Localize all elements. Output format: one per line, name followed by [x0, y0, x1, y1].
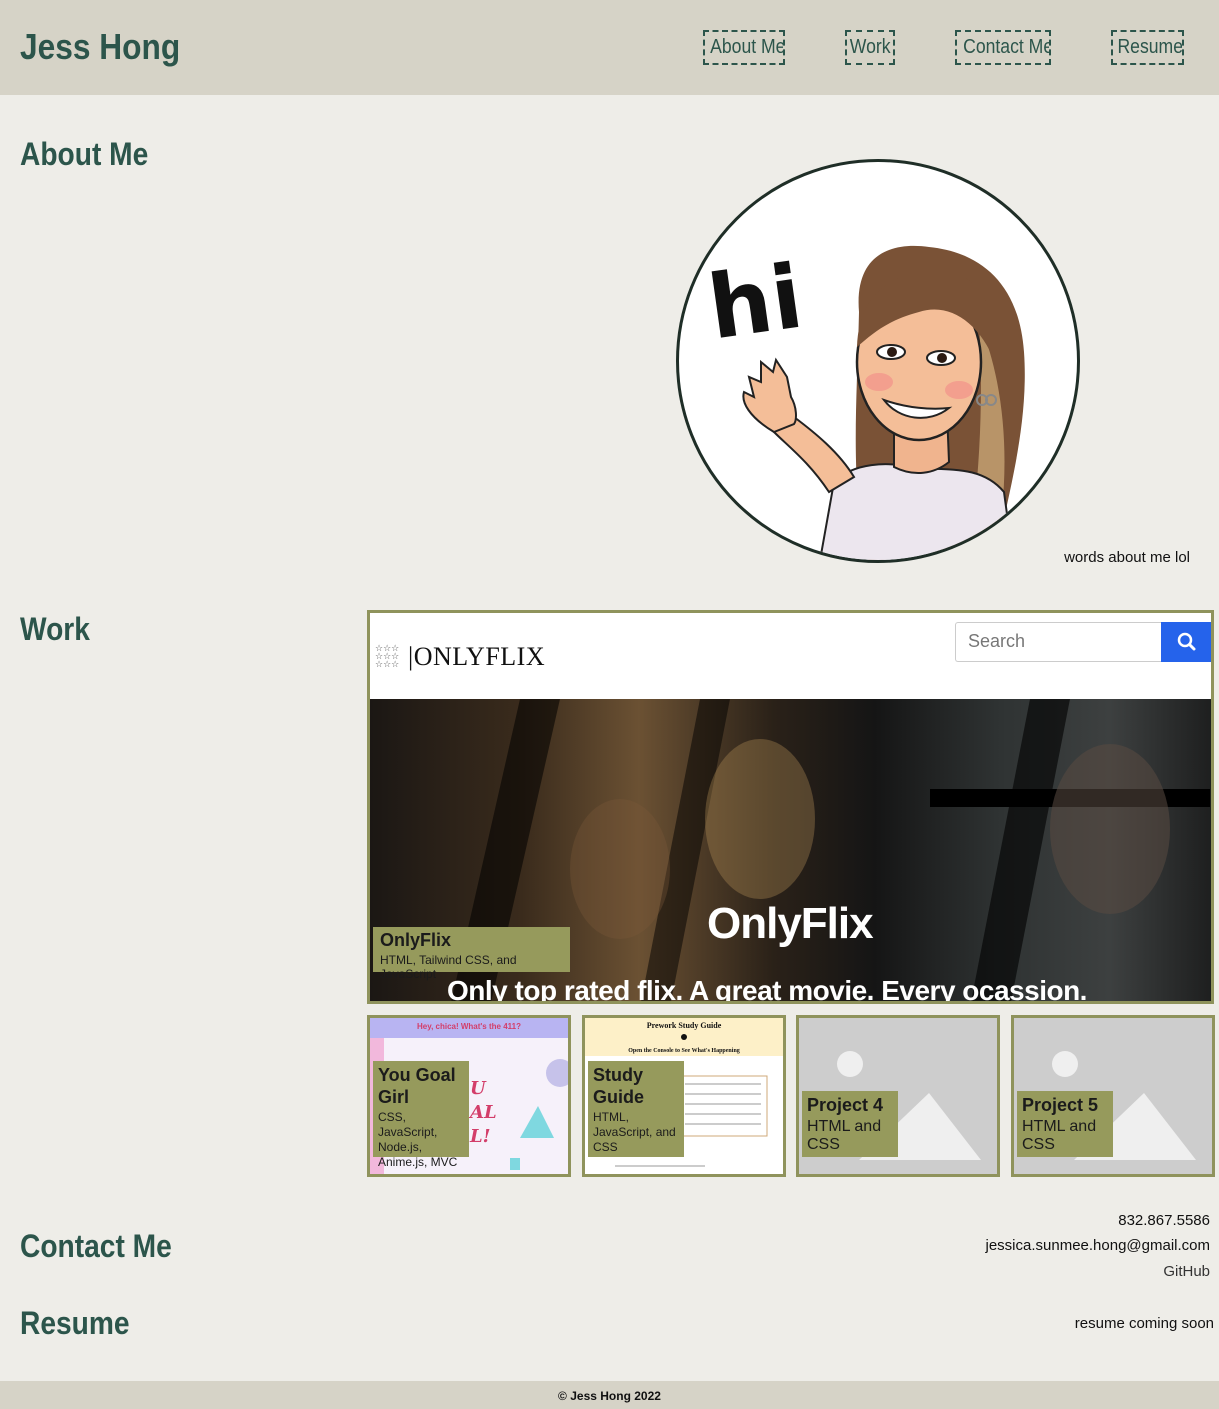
resume-heading: Resume — [20, 1305, 130, 1341]
about-text: words about me lol — [1064, 549, 1190, 566]
preview-header-text: Hey, chica! What's the 411? — [416, 1022, 521, 1031]
site-header: Jess Hong About Me Work Contact Me Resum… — [0, 0, 1219, 95]
project-card-project-4[interactable]: Project 4 HTML and CSS — [796, 1015, 1000, 1177]
resume-text: resume coming soon — [1074, 1315, 1214, 1332]
project-label: Study Guide HTML, JavaScript, and CSS — [588, 1061, 684, 1157]
project-label: OnlyFlix HTML, Tailwind CSS, and JavaScr… — [373, 927, 570, 981]
nav-contact-me[interactable]: Contact Me — [955, 30, 1051, 65]
avatar: hi — [676, 159, 1080, 563]
project-title: Study Guide — [593, 1065, 645, 1107]
project-label: Project 5 HTML and CSS — [1017, 1091, 1113, 1157]
preview-hero-title: OnlyFlix — [707, 899, 874, 948]
preview-search-input: Search — [955, 622, 1165, 662]
avatar-hi-text: hi — [702, 245, 808, 360]
project-stack: HTML and CSS — [807, 1118, 882, 1153]
svg-text:U: U — [470, 1078, 487, 1099]
project-title: OnlyFlix — [380, 930, 452, 950]
project-stack: HTML, Tailwind CSS, and JavaScript — [380, 953, 517, 981]
project-title: You Goal Girl — [378, 1065, 456, 1107]
about-heading: About Me — [20, 136, 149, 172]
project-stack: HTML and CSS — [1022, 1118, 1097, 1153]
preview-search-button — [1161, 622, 1211, 662]
project-stack: HTML, JavaScript, and CSS — [593, 1110, 676, 1154]
svg-text:L!: L! — [469, 1126, 491, 1147]
preview-header-text: Prework Study Guide — [646, 1021, 722, 1030]
project-label: You Goal Girl CSS, JavaScript, Node.js, … — [373, 1061, 469, 1169]
contact-phone[interactable]: 832.867.5586 — [1118, 1212, 1210, 1229]
preview-navbar: ☆☆☆ ☆☆☆ ☆☆☆ |ONLYFLIX Search — [370, 613, 1211, 699]
project-title: Project 5 — [1022, 1095, 1099, 1115]
svg-text:AL: AL — [468, 1102, 497, 1123]
preview-logo: |ONLYFLIX — [408, 642, 546, 671]
nav-resume[interactable]: Resume — [1111, 30, 1184, 65]
project-card-project-5[interactable]: Project 5 HTML and CSS — [1011, 1015, 1215, 1177]
contact-heading: Contact Me — [20, 1228, 172, 1264]
site-footer: © Jess Hong 2022 — [0, 1381, 1219, 1409]
footer-copyright: © Jess Hong 2022 — [558, 1389, 661, 1403]
project-card-you-goal-girl[interactable]: U AL L! Hey, chica! What's the 411? You … — [367, 1015, 571, 1177]
project-card-onlyflix[interactable]: ☆☆☆ ☆☆☆ ☆☆☆ |ONLYFLIX Search OnlyFlix Only… — [367, 610, 1214, 1004]
brand-name[interactable]: Jess Hong — [20, 26, 180, 68]
search-icon — [1177, 632, 1196, 651]
stars-logo-icon: ☆☆☆ ☆☆☆ ☆☆☆ — [375, 643, 400, 669]
project-label: Project 4 HTML and CSS — [802, 1091, 898, 1157]
nav-work[interactable]: Work — [845, 30, 895, 65]
project-card-study-guide[interactable]: Prework Study Guide Open the Console to … — [582, 1015, 786, 1177]
work-heading: Work — [20, 611, 90, 647]
nav-about-me[interactable]: About Me — [703, 30, 785, 65]
bitmoji-avatar-image: hi — [701, 243, 1025, 560]
project-title: Project 4 — [807, 1095, 884, 1115]
project-stack: CSS, JavaScript, Node.js, Anime.js, MVC — [378, 1110, 458, 1169]
contact-email-link[interactable]: jessica.sunmee.hong@gmail.com — [986, 1237, 1211, 1254]
contact-github-link[interactable]: GitHub — [1163, 1263, 1210, 1280]
preview-subheader-text: Open the Console to See What's Happening — [628, 1048, 740, 1054]
